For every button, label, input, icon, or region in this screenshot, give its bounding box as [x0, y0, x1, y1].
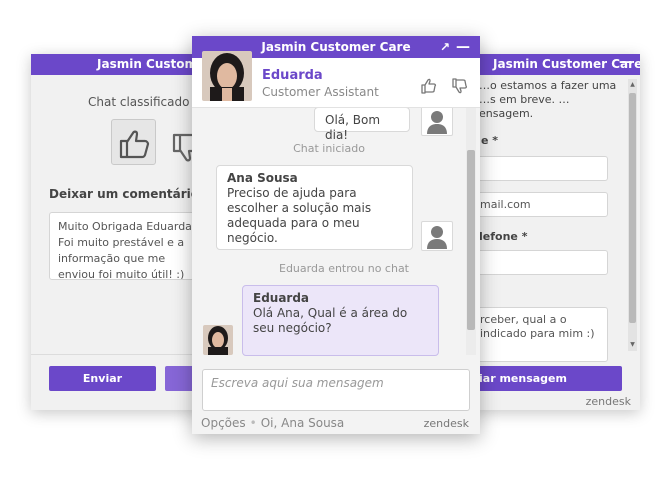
message-textarea[interactable]: rceber, qual a o indicado para mim :)	[471, 307, 608, 362]
rating-buttons	[420, 76, 477, 100]
user-message: Olá, Bom dia!	[314, 108, 410, 142]
scrollbar[interactable]: ▲ ▼	[628, 79, 637, 351]
user-avatar-icon	[421, 221, 453, 251]
agent-avatar	[203, 325, 233, 355]
rated-text: Chat classificado co	[88, 95, 201, 109]
scrollbar-thumb[interactable]	[629, 93, 636, 323]
chat-title-text: Jasmin Customer Care	[261, 40, 411, 54]
rating-window: Jasmin Customer Care Chat classificado c…	[31, 54, 201, 410]
agent-avatar	[202, 51, 252, 101]
email-field[interactable]: mail.com	[471, 192, 608, 217]
phone-field[interactable]	[471, 250, 608, 275]
send-button[interactable]: Enviar	[49, 366, 156, 391]
send-message-button[interactable]: iar mensagem	[471, 366, 622, 391]
scrollbar-thumb[interactable]	[467, 150, 475, 330]
zendesk-logo: zendesk	[585, 395, 631, 408]
thumbs-down-icon[interactable]	[451, 76, 471, 96]
thumbs-up-icon[interactable]	[420, 76, 440, 96]
chat-scrollbar[interactable]	[466, 108, 476, 355]
minimize-icon[interactable]: —	[456, 36, 470, 58]
separator-dot: •	[249, 416, 257, 430]
agent-message: Eduarda Olá Ana, Qual é a área do seu ne…	[242, 285, 439, 356]
comment-label: Deixar um comentário	[49, 187, 200, 201]
chat-footer: Opções • Oi, Ana Sousa	[201, 416, 344, 430]
window-title: Jasmin Customer Care	[31, 54, 201, 75]
scroll-up-icon[interactable]: ▲	[628, 81, 637, 89]
expand-icon[interactable]: ↗	[440, 36, 450, 58]
scroll-down-icon[interactable]: ▼	[628, 341, 637, 349]
comment-textarea[interactable]: Muito Obrigada Eduarda! Foi muito prestá…	[49, 212, 201, 280]
message-text: Olá Ana, Qual é a área do seu negócio?	[253, 306, 408, 335]
window-title: Jasmin Customer Care	[471, 54, 640, 75]
system-message: Eduarda entrou no chat	[279, 262, 409, 275]
message-text: Olá, Bom dia!	[325, 113, 381, 142]
message-text: Preciso de ajuda para escolher a solução…	[227, 186, 372, 245]
user-message: Ana Sousa Preciso de ajuda para escolher…	[216, 165, 413, 250]
user-greeting[interactable]: Oi, Ana Sousa	[261, 416, 345, 430]
options-link[interactable]: Opções	[201, 416, 246, 430]
zendesk-logo: zendesk	[423, 417, 469, 430]
divider	[31, 354, 201, 355]
phone-label: lefone *	[479, 230, 528, 243]
minimize-icon[interactable]: —	[619, 54, 633, 70]
message-list[interactable]: Olá, Bom dia! Chat iniciado Ana Sousa Pr…	[192, 108, 466, 356]
message-author: Ana Sousa	[227, 171, 298, 185]
name-label: e *	[481, 134, 499, 147]
chat-window: Jasmin Customer Care ↗ — Eduarda Custome…	[192, 36, 480, 434]
system-message: Chat iniciado	[293, 142, 365, 155]
agent-role: Customer Assistant	[262, 85, 379, 99]
thumbs-up-icon	[119, 130, 150, 159]
user-avatar-icon	[421, 108, 453, 136]
message-input[interactable]: Escreva aqui sua mensagem	[202, 369, 470, 411]
thumbs-up-button[interactable]	[111, 119, 156, 165]
form-description: …o estamos a fazer uma …s em breve. …ens…	[479, 79, 617, 120]
contact-window: Jasmin Customer Care — …o estamos a faze…	[471, 54, 640, 410]
agent-name: Eduarda	[262, 68, 323, 83]
name-field[interactable]	[471, 156, 608, 181]
message-author: Eduarda	[253, 291, 310, 305]
